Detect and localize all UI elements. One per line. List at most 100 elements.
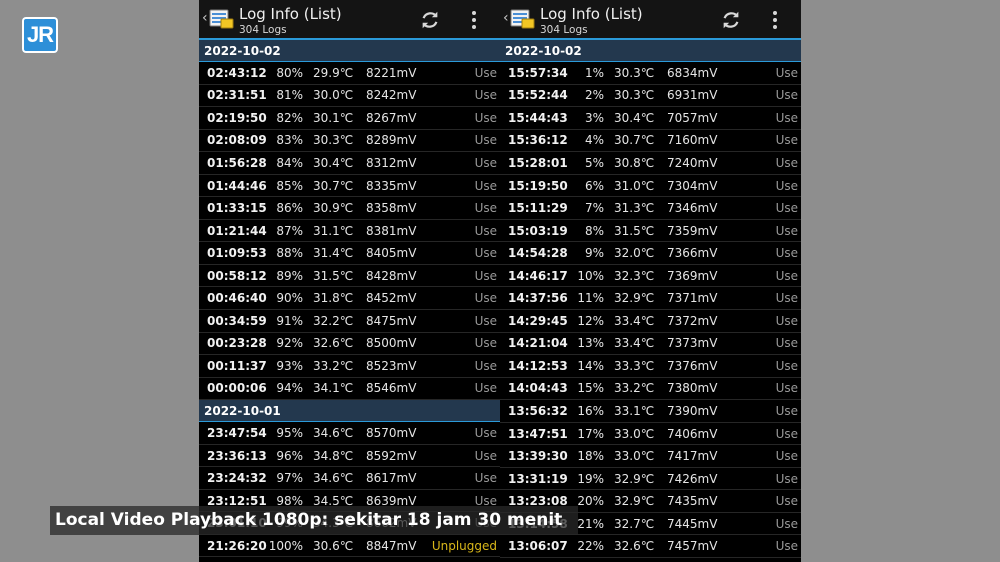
battery-voltage: 7369mV <box>667 268 718 283</box>
log-row[interactable]: 02:31:51 81% 30.0℃ 8242mV Use <box>199 85 500 108</box>
log-row[interactable]: 14:04:43 15% 33.2℃ 7380mV Use <box>500 378 801 401</box>
log-row[interactable]: 00:11:37 93% 33.2℃ 8523mV Use <box>199 355 500 378</box>
log-row[interactable]: 02:19:50 82% 30.1℃ 8267mV Use <box>199 107 500 130</box>
log-row[interactable]: 15:52:44 2% 30.3℃ 6931mV Use <box>500 85 801 108</box>
battery-percent: 82% <box>276 110 303 125</box>
log-time: 14:12:53 <box>508 358 568 373</box>
log-row[interactable]: 14:54:28 9% 32.0℃ 7366mV Use <box>500 242 801 265</box>
log-status: Use <box>474 336 497 351</box>
log-row[interactable]: 01:33:15 86% 30.9℃ 8358mV Use <box>199 197 500 220</box>
log-row[interactable]: 14:12:53 14% 33.3℃ 7376mV Use <box>500 355 801 378</box>
log-row[interactable]: 14:37:56 11% 32.9℃ 7371mV Use <box>500 287 801 311</box>
back-chevron-icon[interactable]: ‹ <box>503 10 509 26</box>
battery-voltage: 6931mV <box>667 88 718 103</box>
battery-voltage: 8500mV <box>366 336 417 351</box>
battery-temperature: 30.1℃ <box>313 110 354 125</box>
log-row[interactable]: 13:47:51 17% 33.0℃ 7406mV Use <box>500 423 801 446</box>
log-row[interactable]: 23:36:13 96% 34.8℃ 8592mV Use <box>199 445 500 468</box>
log-row[interactable]: 15:03:19 8% 31.5℃ 7359mV Use <box>500 220 801 243</box>
battery-percent: 4% <box>584 133 604 148</box>
battery-percent: 22% <box>577 539 604 554</box>
overflow-menu-icon[interactable] <box>770 10 780 30</box>
log-status: Use <box>775 449 798 464</box>
battery-voltage: 8452mV <box>366 291 417 306</box>
log-row[interactable]: 02:08:09 83% 30.3℃ 8289mV Use <box>199 130 500 153</box>
log-status: Use <box>775 65 798 80</box>
battery-percent: 89% <box>276 268 303 283</box>
log-row[interactable]: 00:58:12 89% 31.5℃ 8428mV Use <box>199 265 500 288</box>
log-row[interactable]: 13:06:07 22% 32.6℃ 7457mV Use <box>500 535 801 559</box>
battery-percent: 2% <box>584 88 604 103</box>
log-time: 01:21:44 <box>207 223 267 238</box>
battery-voltage: 8242mV <box>366 88 417 103</box>
battery-percent: 1% <box>584 65 604 80</box>
log-row[interactable]: 00:46:40 90% 31.8℃ 8452mV Use <box>199 287 500 311</box>
battery-percent: 6% <box>584 178 604 193</box>
battery-voltage: 7304mV <box>667 178 718 193</box>
battery-percent: 10% <box>577 268 604 283</box>
log-row[interactable]: 15:11:29 7% 31.3℃ 7346mV Use <box>500 197 801 220</box>
log-row[interactable]: 00:34:59 91% 32.2℃ 8475mV Use <box>199 310 500 333</box>
log-status: Use <box>775 291 798 306</box>
battery-temperature: 34.6℃ <box>313 471 354 486</box>
log-row[interactable]: 15:57:34 1% 30.3℃ 6834mV Use <box>500 62 801 85</box>
battery-temperature: 30.4℃ <box>614 110 655 125</box>
battery-temperature: 32.9℃ <box>614 471 655 486</box>
log-row[interactable]: 01:21:44 87% 31.1℃ 8381mV Use <box>199 220 500 243</box>
log-time: 02:43:12 <box>207 65 267 80</box>
battery-percent: 91% <box>276 313 303 328</box>
battery-temperature: 32.9℃ <box>614 494 655 509</box>
log-status: Use <box>775 539 798 554</box>
log-status: Use <box>474 223 497 238</box>
log-row[interactable]: 15:36:12 4% 30.7℃ 7160mV Use <box>500 130 801 153</box>
log-row[interactable]: 13:39:30 18% 33.0℃ 7417mV Use <box>500 445 801 468</box>
log-row[interactable]: 23:47:54 95% 34.6℃ 8570mV Use <box>199 422 500 445</box>
log-row[interactable]: 02:43:12 80% 29.9℃ 8221mV Use <box>199 62 500 85</box>
log-status: Use <box>775 403 798 418</box>
log-status: Use <box>474 381 497 396</box>
overflow-menu-icon[interactable] <box>469 10 479 30</box>
log-list[interactable]: 2022-10-02 02:43:12 80% 29.9℃ 8221mV Use 02:31… <box>199 40 500 558</box>
log-row[interactable]: 21:26:20 100% 30.6℃ 8847mV Unplugged <box>199 535 500 558</box>
battery-temperature: 29.9℃ <box>313 65 354 80</box>
log-row[interactable]: 01:44:46 85% 30.7℃ 8335mV Use <box>199 175 500 198</box>
log-time: 15:57:34 <box>508 65 568 80</box>
log-row[interactable]: 14:21:04 13% 33.4℃ 7373mV Use <box>500 333 801 356</box>
log-time: 14:21:04 <box>508 336 568 351</box>
battery-voltage: 8847mV <box>366 538 417 553</box>
log-row[interactable]: 14:46:17 10% 32.3℃ 7369mV Use <box>500 265 801 288</box>
battery-temperature: 30.3℃ <box>614 88 655 103</box>
log-row[interactable]: 13:31:19 19% 32.9℃ 7426mV Use <box>500 468 801 491</box>
log-time: 01:33:15 <box>207 201 267 216</box>
log-status: Use <box>775 426 798 441</box>
battery-temperature: 30.3℃ <box>313 133 354 148</box>
log-row[interactable]: 15:44:43 3% 30.4℃ 7057mV Use <box>500 107 801 130</box>
log-count: 304 Logs <box>239 24 287 36</box>
battery-percent: 97% <box>276 471 303 486</box>
battery-temperature: 31.0℃ <box>614 178 655 193</box>
refresh-icon[interactable] <box>419 9 441 31</box>
log-row[interactable]: 23:24:32 97% 34.6℃ 8617mV Use <box>199 467 500 490</box>
battery-temperature: 32.7℃ <box>614 516 655 531</box>
refresh-icon[interactable] <box>720 9 742 31</box>
battery-voltage: 7373mV <box>667 336 718 351</box>
battery-temperature: 33.1℃ <box>614 403 655 418</box>
app-bar: ‹ Log Info (List) 304 Logs <box>500 0 801 40</box>
log-row[interactable]: 00:00:06 94% 34.1℃ 8546mV Use <box>199 378 500 401</box>
back-chevron-icon[interactable]: ‹ <box>202 10 208 26</box>
battery-percent: 85% <box>276 178 303 193</box>
battery-voltage: 7435mV <box>667 494 718 509</box>
battery-temperature: 31.8℃ <box>313 291 354 306</box>
log-row[interactable]: 15:19:50 6% 31.0℃ 7304mV Use <box>500 175 801 198</box>
battery-percent: 94% <box>276 381 303 396</box>
battery-voltage: 8592mV <box>366 448 417 463</box>
log-row[interactable]: 01:09:53 88% 31.4℃ 8405mV Use <box>199 242 500 265</box>
log-row[interactable]: 01:56:28 84% 30.4℃ 8312mV Use <box>199 152 500 175</box>
log-row[interactable]: 15:28:01 5% 30.8℃ 7240mV Use <box>500 152 801 175</box>
log-list[interactable]: 2022-10-02 15:57:34 1% 30.3℃ 6834mV Use 15:52:… <box>500 40 801 559</box>
log-row[interactable]: 00:23:28 92% 32.6℃ 8500mV Use <box>199 333 500 356</box>
log-row[interactable]: 13:56:32 16% 33.1℃ 7390mV Use <box>500 400 801 423</box>
log-row[interactable]: 14:29:45 12% 33.4℃ 7372mV Use <box>500 310 801 333</box>
battery-percent: 5% <box>584 155 604 170</box>
log-time: 14:29:45 <box>508 313 568 328</box>
